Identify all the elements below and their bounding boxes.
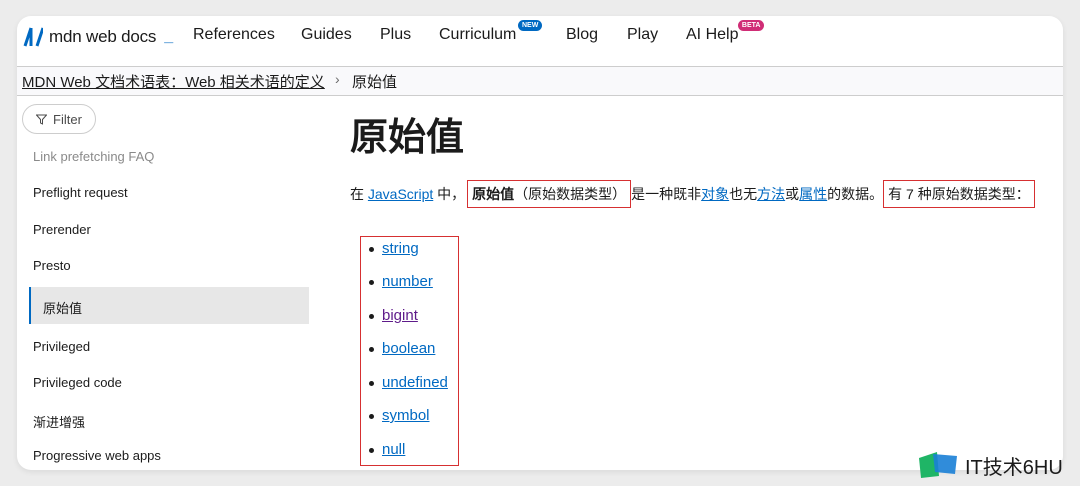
logo-text: mdn web docs	[49, 27, 157, 46]
mdn-logo[interactable]: mdn web docs _	[23, 26, 173, 48]
filter-label: Filter	[53, 111, 82, 127]
sidebar-item-privileged[interactable]: Privileged	[33, 339, 90, 354]
sidebar-item-link-prefetching[interactable]: Link prefetching FAQ	[33, 149, 154, 164]
watermark-text: IT技术6HU	[965, 456, 1063, 479]
page-title: 原始值	[350, 117, 465, 159]
breadcrumb-separator-icon: ›	[335, 71, 340, 87]
type-link-bigint[interactable]: bigint	[382, 307, 418, 324]
sidebar-item-preflight-request[interactable]: Preflight request	[33, 185, 128, 200]
list-item: undefined	[369, 374, 448, 391]
object-link[interactable]: 对象	[701, 186, 729, 202]
nav-ai-help-label: AI Help	[686, 26, 739, 43]
sidebar-item-prerender[interactable]: Prerender	[33, 222, 91, 237]
para-text-3: （原始数据类型）	[514, 186, 627, 202]
top-navigation: mdn web docs _ References Guides Plus Cu…	[17, 16, 1063, 66]
list-item: null	[369, 441, 405, 458]
sidebar-item-progressive-enhancement[interactable]: 渐进增强	[33, 412, 85, 431]
para-text-6: 或	[785, 186, 800, 202]
type-link-number[interactable]: number	[382, 273, 433, 290]
nav-plus[interactable]: Plus	[380, 26, 411, 44]
breadcrumb-glossary-link[interactable]: MDN Web 文档术语表：Web 相关术语的定义	[22, 71, 325, 92]
list-item: boolean	[369, 340, 435, 357]
new-badge: NEW	[518, 20, 543, 31]
para-text-1: 在	[350, 186, 368, 202]
javascript-link[interactable]: JavaScript	[368, 186, 433, 202]
property-link[interactable]: 属性	[799, 186, 827, 202]
para-text-5: 也无	[729, 186, 758, 202]
primitive-types-list: string number bigint boolean undefined s…	[360, 236, 459, 466]
breadcrumb-current: 原始值	[352, 74, 398, 91]
nav-references[interactable]: References	[193, 26, 275, 44]
bullet-icon	[369, 447, 374, 453]
para-text-4: 是一种既非	[631, 186, 702, 202]
para-text-2: 中，	[433, 186, 466, 202]
type-link-symbol[interactable]: symbol	[382, 407, 430, 424]
breadcrumb: MDN Web 文档术语表：Web 相关术语的定义 › 原始值	[17, 66, 1063, 96]
filter-icon	[36, 114, 48, 125]
bullet-icon	[369, 380, 374, 386]
sidebar-item-primitive[interactable]: 原始值	[43, 298, 82, 317]
browser-page: mdn web docs _ References Guides Plus Cu…	[17, 16, 1063, 470]
bullet-icon	[369, 246, 374, 252]
method-link[interactable]: 方法	[757, 186, 785, 202]
list-item: symbol	[369, 407, 430, 424]
mdn-logo-icon	[23, 27, 43, 47]
logo-underscore: _	[164, 28, 174, 45]
nav-curriculum-label: Curriculum	[439, 26, 517, 43]
nav-blog[interactable]: Blog	[566, 26, 598, 44]
definition-highlight-box: 原始值（原始数据类型）	[467, 180, 632, 208]
para-text-7: 的数据。	[827, 186, 884, 202]
type-link-null[interactable]: null	[382, 441, 405, 458]
sidebar-filter-button[interactable]: Filter	[22, 104, 96, 134]
count-highlight-box: 有 7 种原始数据类型：	[883, 180, 1035, 208]
sidebar-item-presto[interactable]: Presto	[33, 258, 71, 273]
intro-paragraph: 在 JavaScript 中， 原始值（原始数据类型） 是一种既非对象也无方法或属性…	[350, 180, 1035, 208]
beta-badge: BETA	[737, 20, 765, 31]
watermark: IT技术6HU	[917, 450, 1063, 480]
list-item: string	[369, 240, 419, 257]
type-link-boolean[interactable]: boolean	[382, 340, 435, 357]
bullet-icon	[369, 413, 374, 419]
sidebar-item-pwa[interactable]: Progressive web apps	[33, 448, 161, 463]
list-item: number	[369, 273, 433, 290]
sidebar-item-privileged-code[interactable]: Privileged code	[33, 375, 122, 390]
nav-curriculum[interactable]: Curriculum NEW	[439, 20, 543, 44]
bullet-icon	[369, 279, 374, 285]
bullet-icon	[369, 313, 374, 319]
primitive-term: 原始值	[472, 186, 515, 202]
type-link-undefined[interactable]: undefined	[382, 374, 448, 391]
nav-ai-help[interactable]: AI Help BETA	[686, 20, 765, 44]
type-link-string[interactable]: string	[382, 240, 419, 257]
nav-play[interactable]: Play	[627, 26, 658, 44]
wechat-logo-icon	[919, 452, 957, 478]
list-item: bigint	[369, 307, 418, 324]
nav-guides[interactable]: Guides	[301, 26, 352, 44]
bullet-icon	[369, 346, 374, 352]
